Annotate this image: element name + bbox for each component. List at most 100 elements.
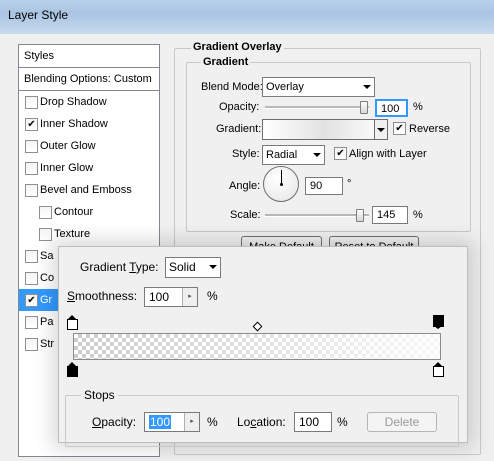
smoothness-arrow-icon[interactable]: ▸ bbox=[182, 288, 197, 306]
sidebar-item-checkbox[interactable] bbox=[25, 96, 38, 109]
color-stop-right[interactable] bbox=[433, 362, 444, 378]
stop-swatch bbox=[67, 319, 78, 330]
scale-input[interactable]: 145 bbox=[372, 206, 408, 224]
sidebar-item-checkbox[interactable] bbox=[39, 228, 52, 241]
stop-opacity-label: Opacity: bbox=[92, 415, 137, 429]
opacity-slider-track[interactable] bbox=[265, 106, 369, 109]
angle-dial-needle bbox=[281, 170, 282, 184]
stop-swatch bbox=[67, 366, 78, 377]
checkmark-icon: ✔ bbox=[27, 119, 36, 130]
sidebar-item-checkbox[interactable] bbox=[25, 272, 38, 285]
gradient-editor-popup: Gradient Type: Solid Smoothness: 100 ▸ %… bbox=[58, 246, 468, 447]
chevron-down-icon bbox=[377, 128, 385, 132]
sidebar-item-checkbox[interactable] bbox=[25, 140, 38, 153]
sidebar-item[interactable]: Inner Glow bbox=[19, 157, 159, 179]
smoothness-input[interactable]: 100 ▸ bbox=[144, 287, 198, 307]
styles-header[interactable]: Styles bbox=[19, 45, 159, 68]
stop-swatch bbox=[433, 366, 444, 377]
sidebar-item-checkbox[interactable] bbox=[25, 162, 38, 175]
stop-opacity-unit: % bbox=[207, 415, 218, 429]
angle-dial-center bbox=[280, 183, 283, 186]
stop-opacity-value: 100 bbox=[149, 415, 172, 429]
sidebar-item[interactable]: ✔ Inner Shadow bbox=[19, 113, 159, 135]
sidebar-item-label: Texture bbox=[54, 228, 91, 240]
gradient-preview-bar[interactable] bbox=[73, 333, 441, 360]
style-value: Radial bbox=[266, 149, 298, 161]
blending-options-label: Blending Options: Custom bbox=[24, 73, 152, 85]
chevron-down-icon bbox=[363, 85, 371, 89]
align-with-layer-checkbox[interactable]: ✔ bbox=[334, 147, 347, 160]
opacity-stop-right[interactable] bbox=[433, 315, 444, 329]
gradient-picker-arrow-button[interactable] bbox=[374, 120, 387, 139]
sidebar-item-checkbox[interactable]: ✔ bbox=[25, 294, 38, 307]
sidebar-item-checkbox[interactable]: ✔ bbox=[25, 118, 38, 131]
window-title: Layer Style bbox=[8, 8, 69, 22]
smoothness-label: Smoothness: bbox=[67, 289, 138, 303]
blend-mode-label: Blend Mode: bbox=[201, 81, 263, 93]
sidebar-item-label: Drop Shadow bbox=[40, 96, 107, 108]
opacity-slider-thumb[interactable] bbox=[360, 101, 368, 114]
angle-label: Angle: bbox=[229, 180, 261, 192]
style-label: Style: bbox=[232, 148, 260, 160]
sidebar-item-label: Pa bbox=[40, 316, 54, 328]
sidebar-item-checkbox[interactable] bbox=[25, 338, 38, 351]
sidebar-item-label: Bevel and Emboss bbox=[40, 184, 132, 196]
sidebar-item-label: Gr bbox=[40, 294, 53, 306]
stops-title: Stops bbox=[81, 388, 118, 402]
sidebar-item-checkbox[interactable] bbox=[25, 184, 38, 197]
sidebar-item[interactable]: Contour bbox=[19, 201, 159, 223]
delete-button[interactable]: Delete bbox=[367, 412, 437, 432]
gradient-label: Gradient: bbox=[216, 123, 262, 135]
blend-mode-dropdown[interactable]: Overlay bbox=[262, 77, 375, 97]
angle-unit: ° bbox=[347, 178, 352, 190]
stop-opacity-arrow-icon[interactable]: ▸ bbox=[184, 413, 199, 431]
sidebar-item-label: Contour bbox=[54, 206, 94, 218]
stop-pointer-icon bbox=[434, 326, 442, 329]
sidebar-item[interactable]: Bevel and Emboss bbox=[19, 179, 159, 201]
opacity-stop-left[interactable] bbox=[67, 315, 78, 330]
scale-slider-track[interactable] bbox=[265, 214, 369, 217]
sidebar-item[interactable]: Drop Shadow bbox=[19, 91, 159, 113]
angle-input-value: 90 bbox=[310, 180, 323, 192]
blend-mode-value: Overlay bbox=[266, 81, 304, 93]
sidebar-item-label: Sa bbox=[40, 250, 54, 262]
gradient-overlay-title: Gradient Overlay bbox=[191, 41, 284, 53]
scale-slider-thumb[interactable] bbox=[356, 209, 364, 222]
sidebar-item-label: Inner Glow bbox=[40, 162, 94, 174]
reverse-checkbox[interactable]: ✔ bbox=[393, 122, 406, 135]
gradient-type-dropdown[interactable]: Solid bbox=[165, 257, 221, 278]
align-with-layer-label: Align with Layer bbox=[349, 148, 427, 160]
midpoint-diamond-icon[interactable] bbox=[252, 321, 263, 332]
angle-dial[interactable] bbox=[263, 166, 299, 202]
sidebar-item-label: Co bbox=[40, 272, 55, 284]
reverse-label: Reverse bbox=[409, 123, 450, 135]
smoothness-input-value: 100 bbox=[149, 290, 170, 304]
scale-unit: % bbox=[413, 209, 423, 221]
opacity-unit: % bbox=[413, 101, 423, 113]
location-input-value: 100 bbox=[299, 415, 320, 429]
gradient-type-value: Solid bbox=[169, 260, 196, 274]
opacity-input[interactable]: 100 bbox=[375, 99, 408, 117]
scale-input-value: 145 bbox=[377, 209, 396, 221]
sidebar-item-label: Str bbox=[40, 338, 55, 350]
blending-options-item[interactable]: Blending Options: Custom bbox=[19, 68, 159, 91]
sidebar-item[interactable]: Outer Glow bbox=[19, 135, 159, 157]
chevron-down-icon bbox=[209, 265, 217, 269]
location-input[interactable]: 100 bbox=[294, 412, 332, 432]
sidebar-item-checkbox[interactable] bbox=[25, 316, 38, 329]
sidebar-item-label: Outer Glow bbox=[40, 140, 96, 152]
sidebar-item[interactable]: Texture bbox=[19, 223, 159, 245]
stop-opacity-input[interactable]: 100 ▸ bbox=[144, 412, 200, 432]
angle-input[interactable]: 90 bbox=[305, 177, 343, 195]
color-stop-left[interactable] bbox=[67, 362, 78, 378]
styles-header-label: Styles bbox=[24, 50, 54, 62]
gradient-group-title: Gradient bbox=[201, 56, 251, 68]
location-label: Location: bbox=[237, 415, 286, 429]
gradient-picker[interactable] bbox=[262, 119, 388, 140]
scale-label: Scale: bbox=[230, 209, 261, 221]
sidebar-item-checkbox[interactable] bbox=[25, 250, 38, 263]
style-dropdown[interactable]: Radial bbox=[262, 145, 325, 165]
title-bar[interactable]: Layer Style bbox=[0, 0, 494, 34]
opacity-label: Opacity: bbox=[219, 101, 260, 113]
sidebar-item-checkbox[interactable] bbox=[39, 206, 52, 219]
